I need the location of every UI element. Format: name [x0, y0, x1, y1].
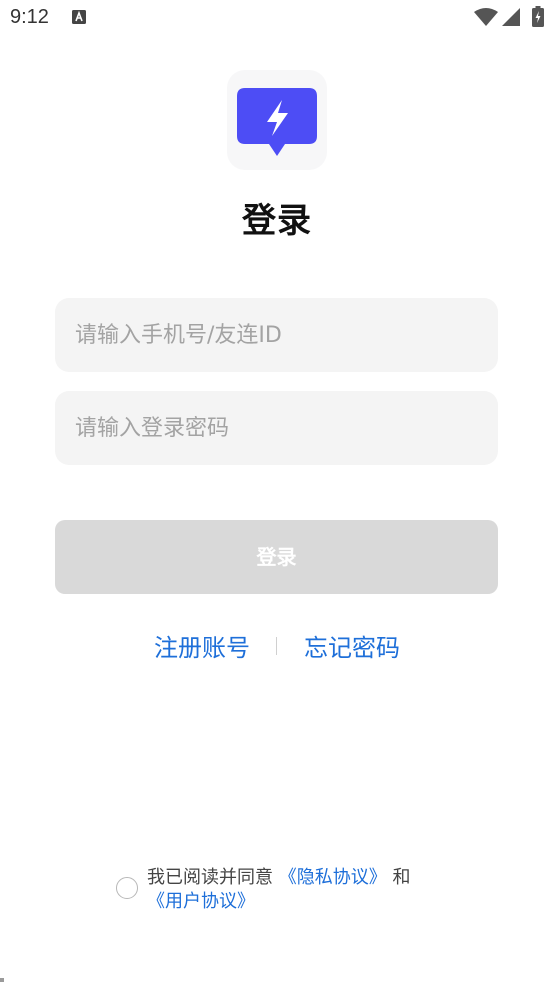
agreement-and: 和	[392, 867, 411, 888]
agreement-checkbox[interactable]	[116, 877, 138, 899]
text-a-icon	[72, 10, 86, 24]
password-field[interactable]	[55, 391, 498, 465]
lightning-chat-bubble-icon	[237, 88, 317, 156]
status-bar: 9:12	[0, 0, 554, 36]
battery-charging-icon	[532, 6, 544, 27]
agreement-text: 我已阅读并同意 《隐私协议》 和《用户协议》	[147, 866, 447, 914]
register-link[interactable]: 注册账号	[154, 628, 250, 663]
login-button[interactable]: 登录	[55, 520, 498, 594]
forgot-password-link[interactable]: 忘记密码	[304, 628, 400, 663]
password-input[interactable]	[55, 391, 498, 465]
page-title: 登录	[242, 201, 312, 241]
link-divider	[276, 637, 277, 655]
signal-icon	[502, 8, 520, 26]
privacy-policy-link[interactable]: 《隐私协议》	[279, 867, 387, 888]
account-input[interactable]	[55, 298, 498, 372]
login-screen: 9:12 登录 登录 注册账号 忘记密码 我已阅读并同意 《隐私协	[0, 0, 554, 985]
account-field[interactable]	[55, 298, 498, 372]
corner-marker	[0, 978, 4, 982]
app-logo	[227, 70, 327, 170]
user-agreement-link[interactable]: 《用户协议》	[147, 891, 255, 912]
wifi-icon	[474, 8, 498, 26]
agreement-prefix: 我已阅读并同意	[147, 867, 273, 888]
status-time: 9:12	[10, 6, 49, 28]
